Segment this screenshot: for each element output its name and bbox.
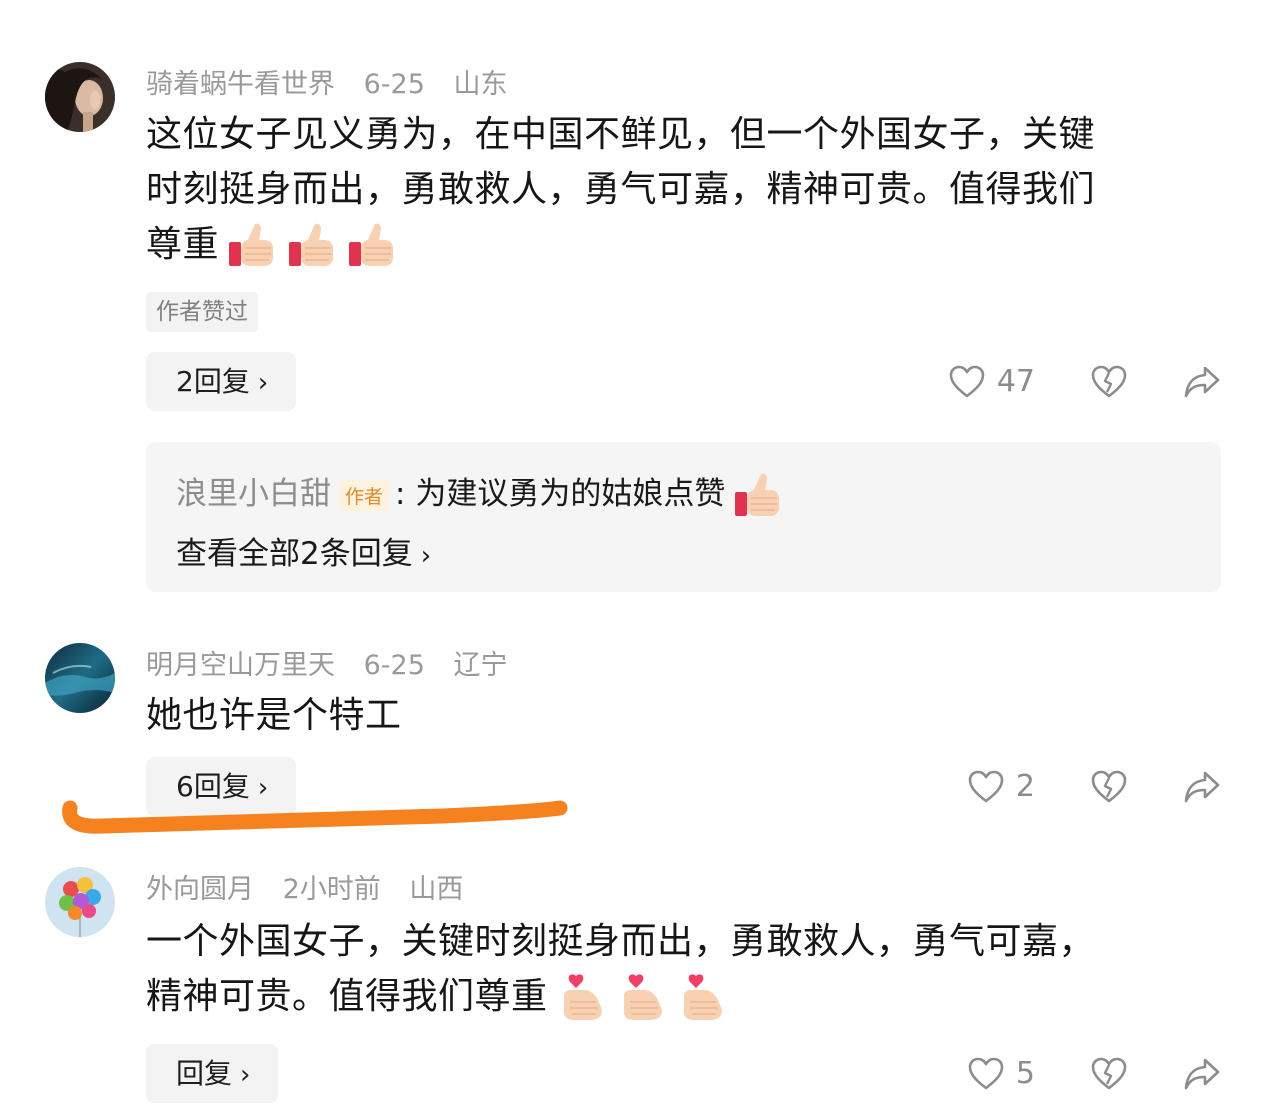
thumbs-up-icon (733, 472, 785, 520)
comment-text-line: 尊重 (146, 217, 1206, 272)
comment-date: 2小时前 (282, 874, 381, 905)
comment-actions: 2 (968, 757, 1221, 816)
comment-text: 一个外国女子，关键时刻挺身而出，勇敢救人，勇气可嘉， 精神可贵。值得我们尊重 (146, 914, 1206, 1024)
reply-preview: 浪里小白甜 作者: 为建议勇为的姑娘点赞 (176, 468, 785, 520)
comment-text-line: 精神可贵。值得我们尊重 (146, 969, 1206, 1024)
like-count: 5 (1015, 1056, 1035, 1091)
replies-button[interactable]: 2回复 › (146, 352, 297, 411)
dislike-button[interactable] (1091, 770, 1127, 804)
comment-text-line: 这位女子见义勇为，在中国不鲜见，但一个外国女子，关键 (146, 114, 1096, 155)
view-all-replies-label: 查看全部2条回复 (176, 536, 413, 572)
comment-location: 山西 (409, 874, 464, 905)
comment-meta: 明月空山万里天 6-25 辽宁 (146, 643, 527, 682)
username[interactable]: 骑着蜗牛看世界 (146, 69, 335, 100)
share-button[interactable] (1183, 365, 1221, 399)
author-liked-badge: 作者赞过 (146, 292, 258, 332)
dislike-button[interactable] (1091, 365, 1127, 399)
username[interactable]: 明月空山万里天 (146, 650, 335, 681)
share-button[interactable] (1183, 1057, 1221, 1091)
like-count: 2 (1015, 769, 1035, 804)
like-button[interactable]: 5 (968, 1056, 1035, 1091)
comment-actions: 47 (949, 352, 1221, 411)
chevron-right-icon: › (257, 368, 269, 398)
username[interactable]: 外向圆月 (146, 874, 254, 905)
like-button[interactable]: 47 (949, 364, 1035, 399)
avatar[interactable] (45, 62, 115, 132)
chevron-right-icon: › (420, 541, 432, 571)
comment-meta: 骑着蜗牛看世界 6-25 山东 (146, 62, 527, 101)
comment-date: 6-25 (363, 650, 425, 681)
replies-count-label: 2回复 (176, 365, 250, 398)
share-icon (1184, 1058, 1220, 1089)
broken-heart-icon (1091, 770, 1127, 802)
thumbs-up-icon (227, 222, 279, 270)
dislike-button[interactable] (1091, 1057, 1127, 1091)
comment-location: 辽宁 (453, 650, 508, 681)
author-tag: 作者 (339, 480, 390, 511)
avatar[interactable] (45, 867, 115, 937)
reply-author[interactable]: 浪里小白甜 (176, 476, 331, 512)
like-count: 47 (996, 364, 1035, 399)
reply-preview-box[interactable]: 浪里小白甜 作者: 为建议勇为的姑娘点赞 查看全部2条回复 › (146, 442, 1221, 592)
comment-actions: 5 (968, 1044, 1221, 1103)
share-icon (1184, 366, 1220, 397)
comment-text-line: 她也许是个特工 (146, 695, 402, 736)
thumbs-up-icon (347, 222, 399, 270)
finger-heart-icon (556, 974, 608, 1022)
view-all-replies-link[interactable]: 查看全部2条回复 › (176, 528, 431, 573)
broken-heart-icon (1091, 365, 1127, 397)
thumbs-up-icon (287, 222, 339, 270)
comment-location: 山东 (453, 69, 508, 100)
heart-icon (968, 1057, 1004, 1089)
comment-text-line: 时刻挺身而出，勇敢救人，勇气可嘉，精神可贵。值得我们 (146, 169, 1096, 210)
comment-text: 这位女子见义勇为，在中国不鲜见，但一个外国女子，关键 时刻挺身而出，勇敢救人，勇… (146, 107, 1206, 272)
heart-icon (968, 770, 1004, 802)
broken-heart-icon (1091, 1057, 1127, 1089)
like-button[interactable]: 2 (968, 769, 1035, 804)
replies-count-label: 回复 (176, 1057, 233, 1090)
comment-meta: 外向圆月 2小时前 山西 (146, 867, 483, 906)
comment-text-line: 一个外国女子，关键时刻挺身而出，勇敢救人，勇气可嘉， (146, 921, 1096, 962)
heart-icon (949, 365, 985, 397)
reply-text: : 为建议勇为的姑娘点赞 (395, 476, 726, 512)
chevron-right-icon: › (240, 1060, 251, 1090)
share-icon (1184, 771, 1220, 802)
avatar[interactable] (45, 643, 115, 713)
highlight-underline (62, 800, 568, 834)
comment-text: 她也许是个特工 (146, 688, 1206, 743)
share-button[interactable] (1183, 770, 1221, 804)
comment-date: 6-25 (363, 69, 425, 100)
finger-heart-icon (676, 974, 728, 1022)
replies-button[interactable]: 回复 › (146, 1044, 279, 1103)
finger-heart-icon (616, 974, 668, 1022)
